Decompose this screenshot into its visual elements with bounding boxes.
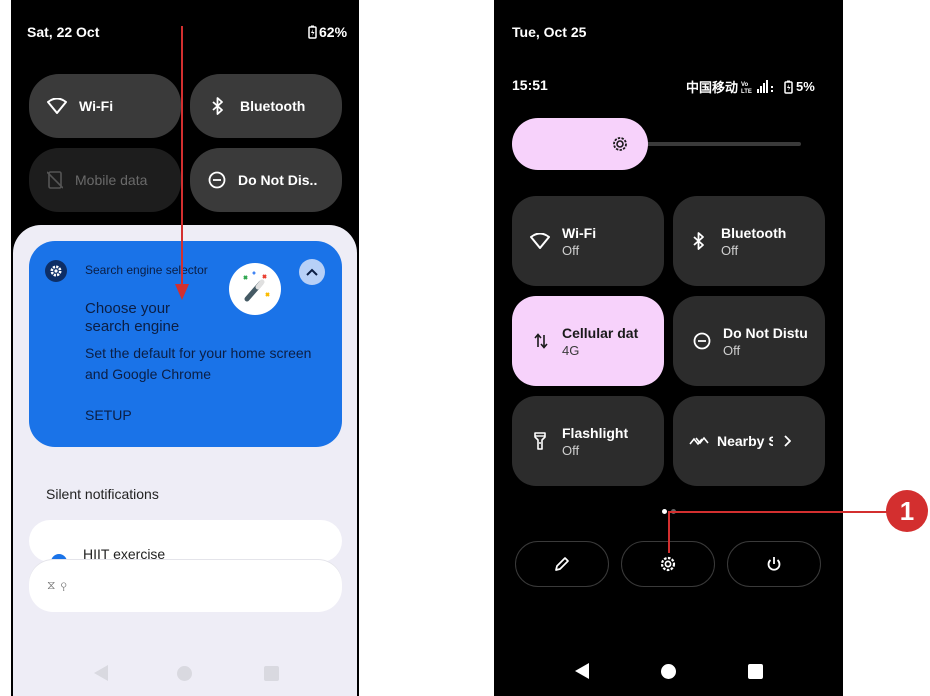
gear-icon (45, 260, 67, 282)
tile-cellular-data[interactable]: Cellular dat 4G (512, 296, 664, 386)
tile-subtitle: Off (721, 242, 739, 258)
do-not-disturb-icon (693, 332, 711, 350)
tile-mobile-data[interactable]: Mobile data (29, 148, 181, 212)
system-notification-card[interactable]: ⧖ ⚲ (29, 560, 342, 612)
setup-button[interactable]: SETUP (85, 407, 132, 423)
status-time: 15:51 (512, 77, 548, 93)
home-button[interactable] (661, 664, 676, 679)
tile-bluetooth[interactable]: Bluetooth (190, 74, 342, 138)
status-date: Tue, Oct 25 (512, 24, 587, 40)
tile-subtitle: 4G (562, 342, 580, 358)
callout-leader-line (660, 507, 890, 567)
status-date: Sat, 22 Oct (27, 24, 100, 40)
tile-flashlight[interactable]: Flashlight Off (512, 396, 664, 486)
chevron-right-icon (783, 435, 791, 447)
mobile-data-off-icon (47, 171, 63, 189)
tile-title: Bluetooth (721, 224, 787, 241)
tile-label: Mobile data (75, 172, 148, 188)
tile-bluetooth[interactable]: Bluetooth Off (673, 196, 825, 286)
brightness-slider[interactable] (512, 118, 648, 170)
battery-percent: 5% (796, 79, 815, 94)
notification-body: Set the default for your home screen and… (85, 345, 312, 382)
tile-label: Wi-Fi (79, 98, 114, 114)
tile-title: Nearby S (717, 433, 773, 449)
flashlight-icon (534, 432, 546, 450)
tile-label: Do Not Dis.. (238, 172, 318, 188)
tile-do-not-disturb[interactable]: Do Not Distu Off (673, 296, 825, 386)
wifi-icon (530, 233, 550, 249)
battery-icon (784, 80, 793, 94)
magic-wand-icon (229, 263, 281, 315)
tile-subtitle: Off (723, 342, 741, 358)
edit-button[interactable] (515, 541, 609, 587)
silent-notification-card[interactable]: HIIT exercise (29, 520, 342, 562)
tile-title: Flashlight (562, 424, 629, 441)
tile-label: Bluetooth (240, 98, 306, 114)
recents-button[interactable] (748, 664, 763, 679)
status-right: 中国移动 Vo LTE 5% (686, 77, 815, 96)
usb-hourglass-icon: ⧖ ⚲ (47, 578, 68, 592)
chevron-up-icon (305, 267, 319, 277)
bluetooth-icon (212, 97, 224, 115)
notification-title: Choose your search engine (85, 300, 180, 335)
callout-number-badge: 1 (886, 490, 928, 532)
silent-notifications-header: Silent notifications (46, 486, 159, 502)
right-phone-screen: Tue, Oct 25 15:51 中国移动 Vo LTE 5% Wi-Fi Of… (494, 0, 843, 696)
nearby-share-icon (689, 435, 709, 447)
tile-subtitle: Off (562, 442, 580, 458)
back-button[interactable] (93, 664, 109, 682)
bluetooth-icon (693, 232, 705, 250)
home-button[interactable] (177, 666, 192, 681)
cellular-data-icon (534, 333, 548, 349)
swipe-down-arrow (172, 26, 192, 302)
tile-do-not-disturb[interactable]: Do Not Dis.. (190, 148, 342, 212)
edit-icon (554, 556, 570, 572)
wifi-icon (47, 98, 67, 114)
recents-button[interactable] (264, 666, 279, 681)
tile-title: Wi-Fi (562, 224, 597, 241)
carrier-name: 中国移动 (686, 80, 739, 95)
do-not-disturb-icon (208, 171, 226, 189)
volte-signal-icon: Vo LTE (741, 79, 781, 94)
battery-percent: 62% (319, 24, 348, 40)
brightness-icon (610, 134, 630, 154)
tile-wifi[interactable]: Wi-Fi Off (512, 196, 664, 286)
tile-title: Cellular dat (562, 324, 639, 341)
svg-text:LTE: LTE (741, 89, 752, 94)
svg-text:Vo: Vo (741, 82, 749, 88)
tile-title: Do Not Distu (723, 324, 808, 341)
battery-icon (308, 25, 317, 39)
collapse-button[interactable] (299, 259, 325, 285)
tile-subtitle: Off (562, 242, 580, 258)
brightness-track[interactable] (644, 142, 801, 146)
back-button[interactable] (574, 662, 590, 680)
tile-wifi[interactable]: Wi-Fi (29, 74, 181, 138)
battery-indicator: 62% (308, 24, 347, 40)
tile-nearby-share[interactable]: Nearby S (673, 396, 825, 486)
